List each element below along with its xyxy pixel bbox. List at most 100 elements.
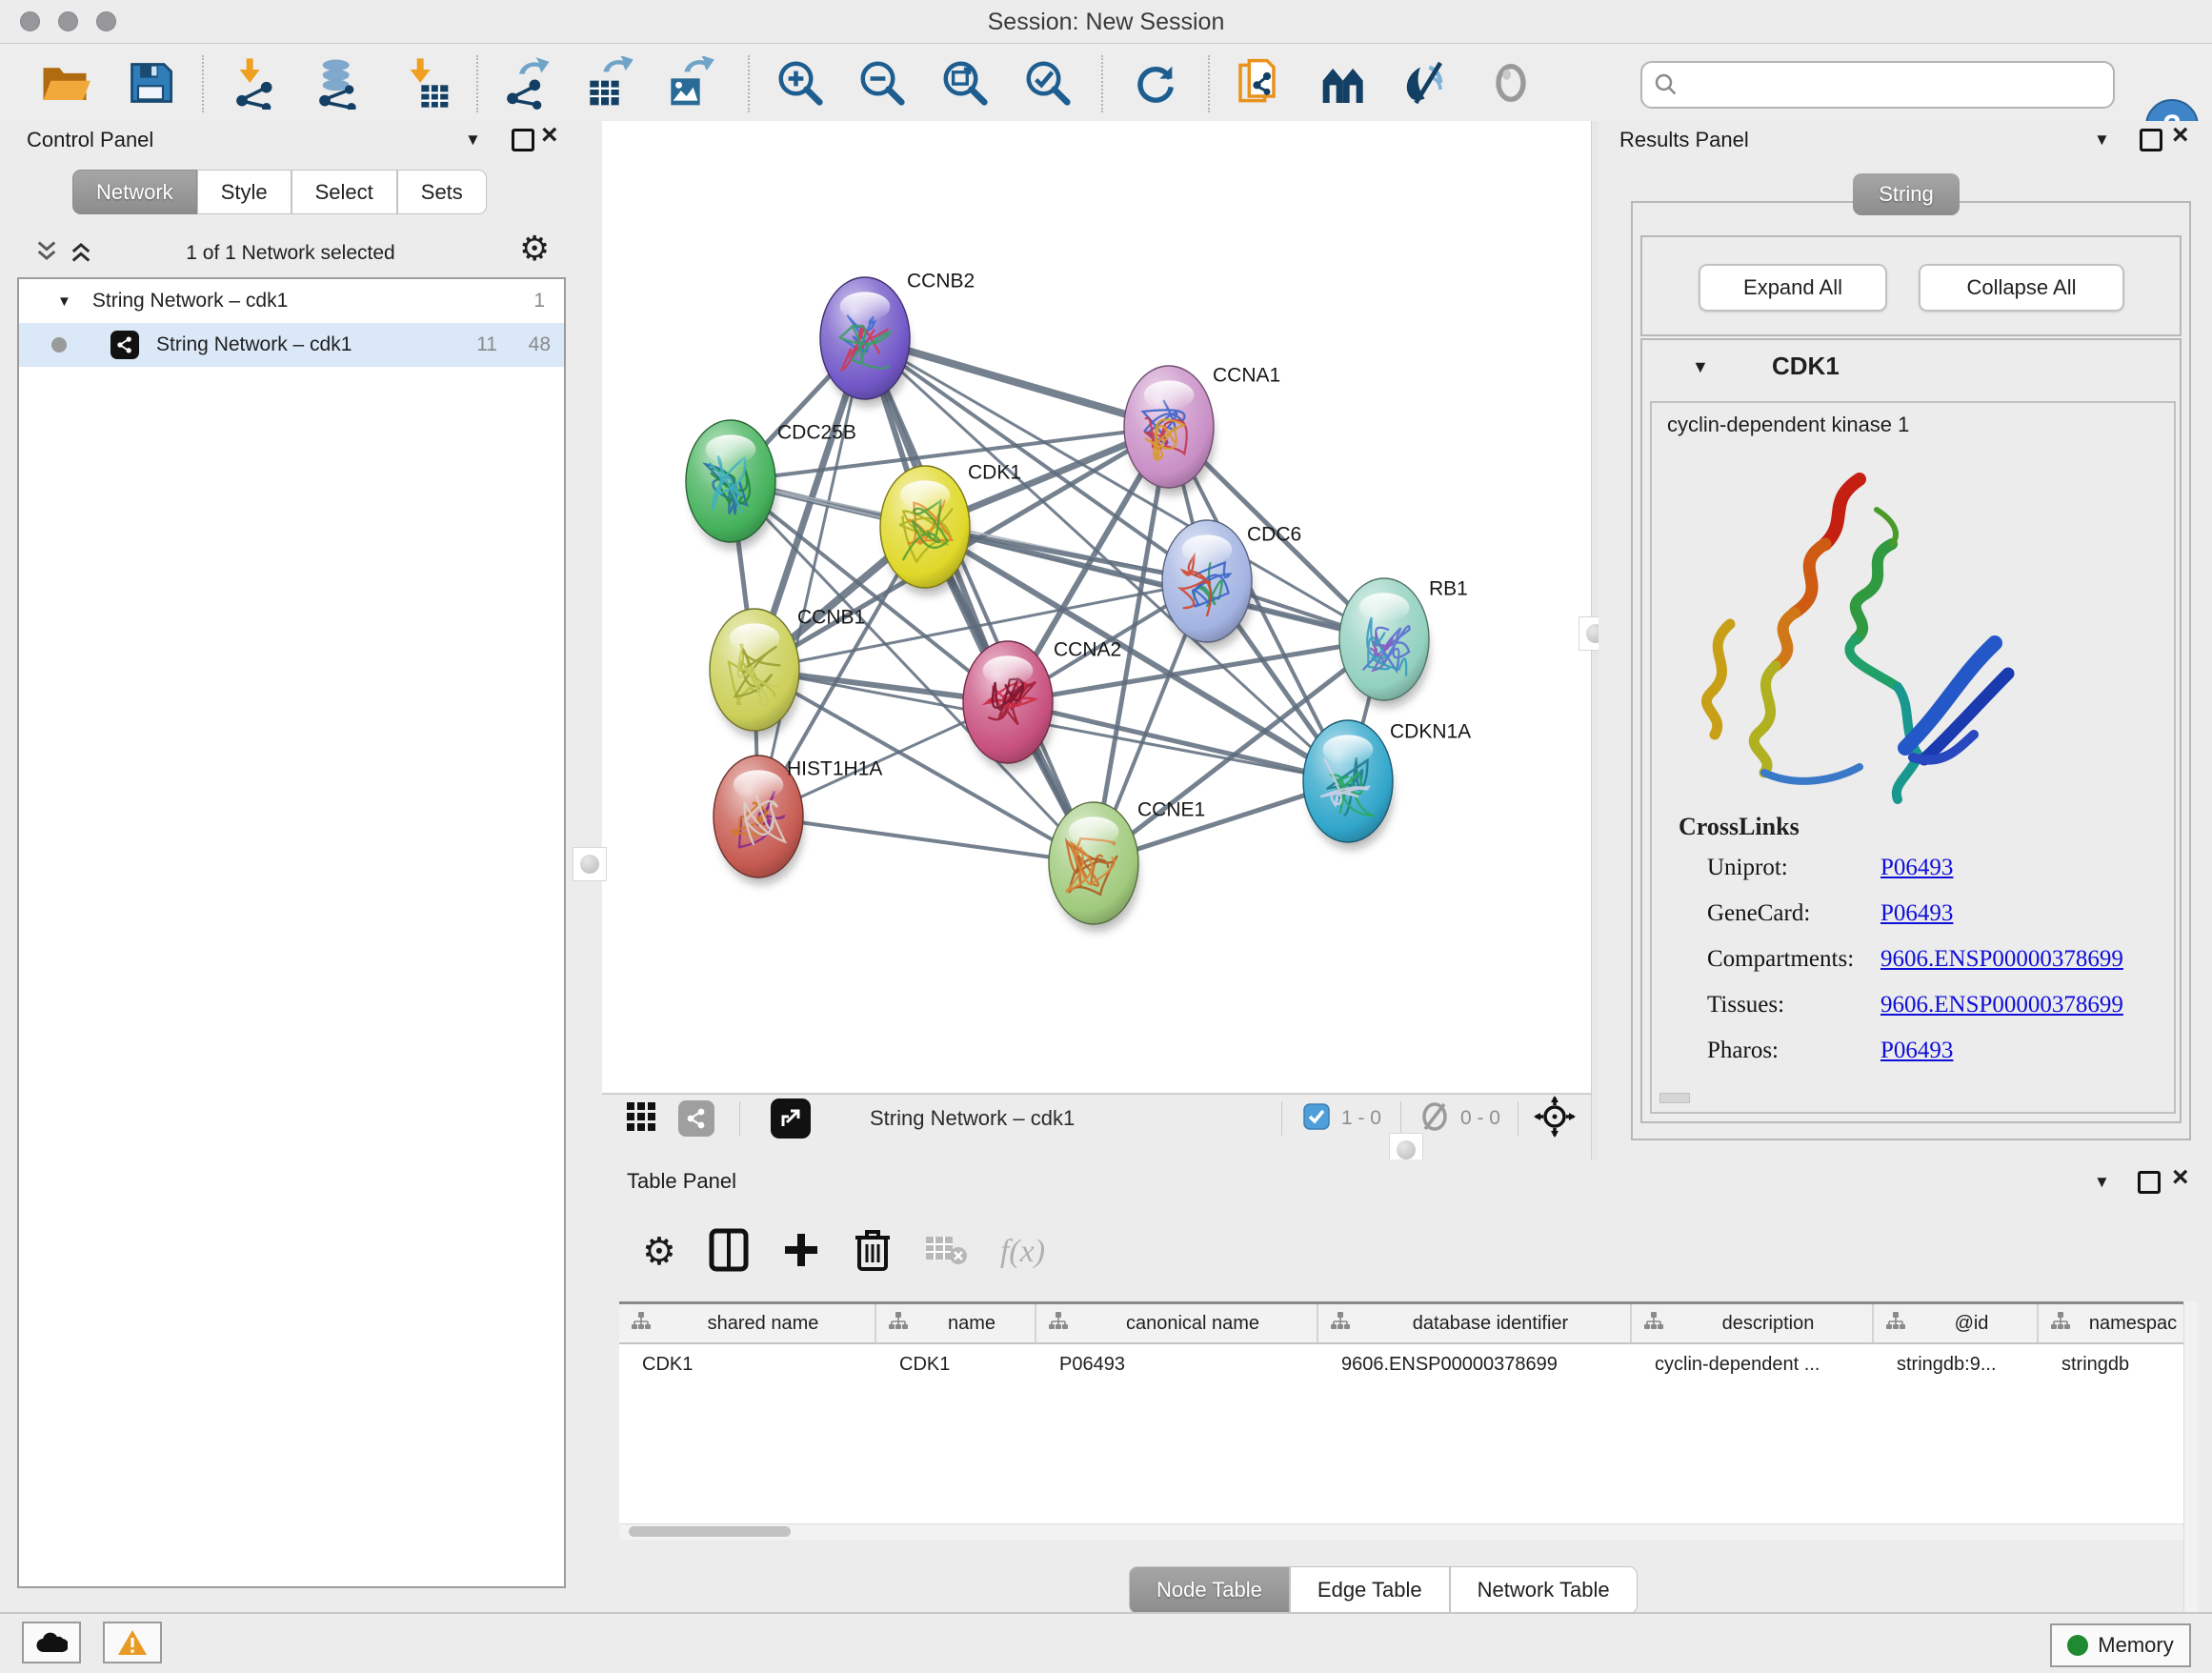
tab-network[interactable]: Network [72, 170, 197, 214]
horizontal-scrollbar-thumb[interactable] [629, 1526, 791, 1537]
zoom-selected-button[interactable] [1016, 51, 1079, 114]
fit-content-crosshair-icon[interactable] [1534, 1096, 1576, 1142]
detach-view-icon[interactable] [771, 1099, 811, 1139]
table-settings-gear-icon[interactable]: ⚙ [642, 1230, 676, 1274]
horizontal-scrollbar-thumb[interactable] [1659, 1093, 1690, 1103]
tab-network-table[interactable]: Network Table [1450, 1566, 1638, 1614]
tab-style[interactable]: Style [197, 170, 292, 214]
network-canvas[interactable]: CCNB2CCNA1CDC25BCDK1CDC6RB1CCNB1CCNA2CDK… [602, 121, 1591, 1093]
network-node-ccna1[interactable]: CCNA1 [1124, 364, 1280, 494]
network-node-cdc6[interactable]: CDC6 [1162, 520, 1301, 649]
refresh-button[interactable] [1124, 51, 1187, 114]
network-document-button[interactable] [1229, 51, 1292, 114]
network-row[interactable]: String Network – cdk1 11 48 [19, 323, 564, 367]
crosslink-value-link[interactable]: 9606.ENSP00000378699 [1880, 992, 2123, 1018]
expand-all-button[interactable]: Expand All [1699, 264, 1887, 312]
column-header-name[interactable]: name [876, 1304, 1036, 1342]
table-cell[interactable]: CDK1 [876, 1344, 1036, 1384]
network-collection-row[interactable]: ▼ String Network – cdk1 1 [19, 279, 564, 323]
network-edge[interactable] [865, 338, 1094, 863]
panel-close-icon[interactable]: × [541, 126, 558, 145]
divider-grip[interactable] [573, 847, 607, 881]
warnings-button[interactable] [103, 1622, 162, 1663]
gene-collapse-icon[interactable]: ▼ [1692, 357, 1709, 377]
tab-edge-table[interactable]: Edge Table [1290, 1566, 1450, 1614]
hidden-eye-slash-icon[interactable] [1418, 1102, 1451, 1136]
network-edge[interactable] [865, 338, 1169, 427]
import-network-button[interactable] [224, 51, 287, 114]
table-cell[interactable]: stringdb:9... [1874, 1344, 2039, 1384]
export-image-button[interactable] [657, 51, 720, 114]
cloud-button[interactable] [22, 1622, 81, 1663]
show-columns-icon[interactable] [709, 1228, 749, 1277]
table-cell[interactable]: cyclin-dependent ... [1632, 1344, 1874, 1384]
column-header-database-identifier[interactable]: database identifier [1318, 1304, 1632, 1342]
function-builder-icon[interactable]: f(x) [1000, 1234, 1045, 1270]
show-graphics-details-button[interactable] [1479, 51, 1542, 114]
zoom-out-button[interactable] [851, 51, 914, 114]
panel-menu-icon[interactable]: ▼ [2094, 131, 2110, 150]
hide-graphics-details-button[interactable] [1396, 51, 1458, 114]
network-node-ccne1[interactable]: CCNE1 [1049, 798, 1205, 930]
panel-menu-icon[interactable]: ▼ [465, 131, 481, 150]
table-cell[interactable]: P06493 [1036, 1344, 1318, 1384]
bottom-panel-divider[interactable] [602, 1140, 1591, 1159]
memory-label: Memory [2098, 1633, 2173, 1658]
open-session-button[interactable] [33, 51, 96, 114]
column-header-id[interactable]: @id [1874, 1304, 2039, 1342]
crosslink-value-link[interactable]: P06493 [1880, 900, 1953, 927]
panel-close-icon[interactable]: × [2172, 126, 2189, 145]
network-node-rb1[interactable]: RB1 [1339, 577, 1468, 706]
search-input[interactable] [1686, 66, 2113, 104]
network-node-cdkn1a[interactable]: CDKN1A [1303, 720, 1471, 849]
horizontal-scrollbar[interactable] [619, 1523, 2197, 1540]
column-header-namespac[interactable]: namespac [2039, 1304, 2197, 1342]
panel-close-icon[interactable]: × [2172, 1168, 2189, 1187]
panel-float-icon[interactable] [2140, 129, 2162, 151]
network-node-ccna2[interactable]: CCNA2 [963, 638, 1121, 769]
column-header-shared-name[interactable]: shared name [619, 1304, 876, 1342]
collapse-all-icon[interactable] [34, 239, 59, 269]
crosslink-value-link[interactable]: 9606.ENSP00000378699 [1880, 946, 2123, 973]
panel-menu-icon[interactable]: ▼ [2094, 1173, 2110, 1192]
collapse-all-button[interactable]: Collapse All [1919, 264, 2124, 312]
collection-expand-icon[interactable]: ▼ [57, 293, 71, 310]
crosslink-value-link[interactable]: P06493 [1880, 1038, 1953, 1064]
save-session-button[interactable] [119, 51, 182, 114]
import-table-button[interactable] [394, 51, 457, 114]
zoom-fit-button[interactable] [934, 51, 996, 114]
expand-all-icon[interactable] [69, 239, 93, 269]
crosslink-value-link[interactable]: P06493 [1880, 855, 1953, 881]
network-edge[interactable] [1008, 702, 1348, 781]
tab-select[interactable]: Select [292, 170, 397, 214]
tab-string[interactable]: String [1853, 173, 1960, 215]
table-cell[interactable]: CDK1 [619, 1344, 876, 1384]
export-network-button[interactable] [494, 51, 557, 114]
zoom-in-button[interactable] [769, 51, 832, 114]
gear-icon[interactable]: ⚙ [519, 229, 550, 269]
grid-view-icon[interactable] [625, 1100, 657, 1138]
import-network-from-database-button[interactable] [307, 51, 370, 114]
column-header-description[interactable]: description [1632, 1304, 1874, 1342]
table-cell[interactable]: 9606.ENSP00000378699 [1318, 1344, 1632, 1384]
network-node-hist1h1a[interactable]: HIST1H1A [714, 756, 882, 884]
homes-button[interactable] [1314, 51, 1377, 114]
delete-table-icon[interactable] [924, 1233, 968, 1272]
tab-sets[interactable]: Sets [397, 170, 487, 214]
tab-node-table[interactable]: Node Table [1129, 1566, 1290, 1614]
network-edge[interactable] [758, 816, 1094, 863]
left-panel-divider[interactable] [578, 121, 602, 1612]
delete-column-trash-icon[interactable] [854, 1228, 892, 1277]
panel-float-icon[interactable] [512, 129, 534, 151]
column-header-canonical-name[interactable]: canonical name [1036, 1304, 1318, 1342]
table-row[interactable]: CDK1CDK1P064939606.ENSP00000378699cyclin… [619, 1344, 2197, 1384]
add-column-icon[interactable] [781, 1230, 821, 1275]
panel-float-icon[interactable] [2138, 1171, 2161, 1194]
table-cell[interactable]: stringdb [2039, 1344, 2197, 1384]
network-node-ccnb2[interactable]: CCNB2 [820, 270, 975, 405]
node-highlight [706, 434, 756, 464]
memory-button[interactable]: Memory [2050, 1623, 2191, 1667]
export-table-button[interactable] [576, 51, 639, 114]
network-share-view-icon[interactable] [678, 1100, 714, 1137]
selected-checkbox-icon[interactable] [1303, 1103, 1330, 1135]
